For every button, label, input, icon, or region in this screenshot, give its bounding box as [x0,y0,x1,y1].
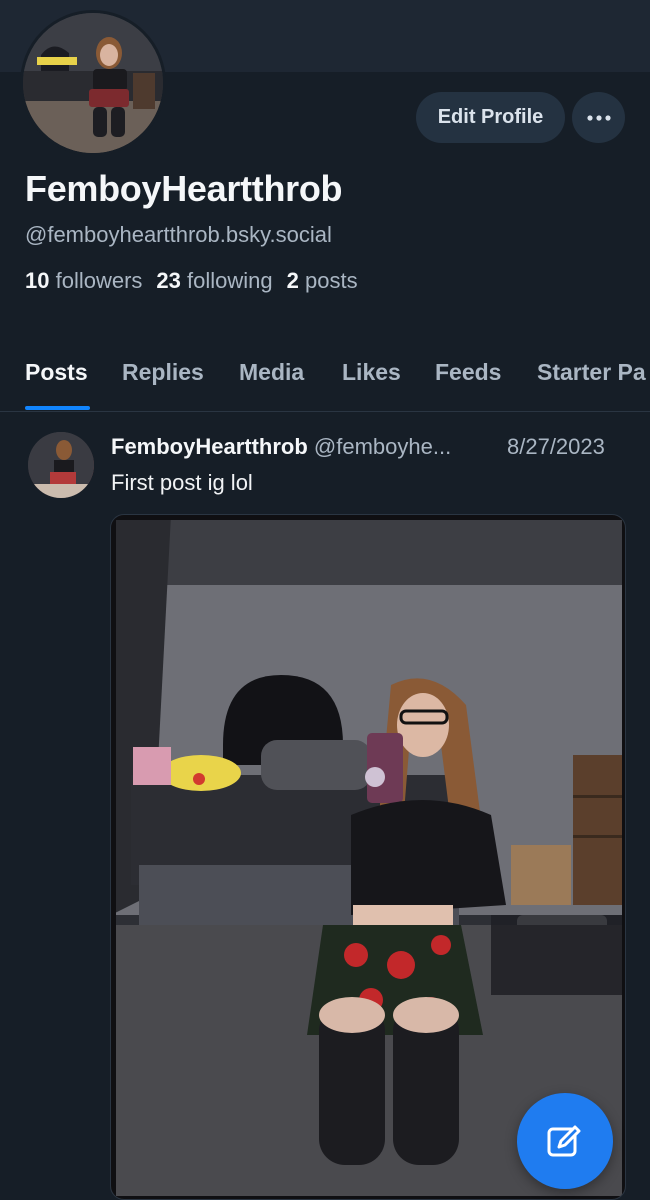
profile-avatar[interactable] [20,10,166,156]
posts-stat: 2 posts [286,268,358,293]
tab-replies[interactable]: Replies [122,359,204,386]
post-author-avatar[interactable] [28,432,94,498]
post-author-handle: @femboyhe... [313,434,452,459]
following-stat[interactable]: 23 following [156,268,272,294]
post-text: First post ig lol [111,470,253,495]
post-author[interactable]: FemboyHeartthrob @femboyhe... [111,434,451,460]
active-tab-indicator [25,406,90,410]
profile-display-name: FemboyHeartthrob [25,168,343,209]
post-author-name[interactable]: FemboyHeartthrob [111,434,308,459]
followers-stat[interactable]: 10 followers [25,268,142,294]
tab-likes[interactable]: Likes [342,359,401,386]
compose-icon [547,1125,581,1157]
profile-stats: 10 followers 23 following 2 posts [25,268,358,294]
profile-tabs: Posts Replies Media Likes Feeds Starter … [0,355,650,412]
ellipsis-icon [586,114,611,121]
tab-feeds[interactable]: Feeds [435,359,501,386]
edit-profile-button[interactable]: Edit Profile [416,92,565,143]
profile-handle: @femboyheartthrob.bsky.social [25,222,332,247]
compose-post-button[interactable] [517,1093,613,1189]
more-options-button[interactable] [572,92,625,143]
tab-media[interactable]: Media [239,359,304,386]
tab-posts[interactable]: Posts [25,359,88,386]
tab-starter-packs[interactable]: Starter Pa [537,359,646,386]
post-date[interactable]: 8/27/2023 [507,434,605,460]
